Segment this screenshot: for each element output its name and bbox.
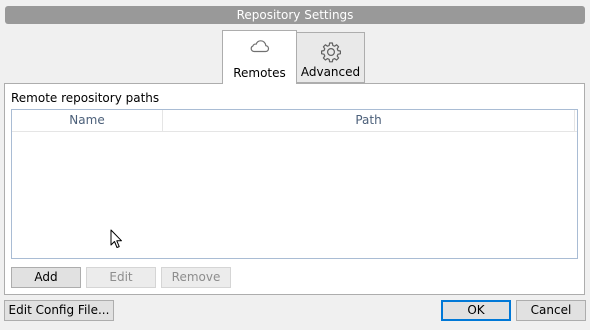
mouse-cursor-icon bbox=[110, 229, 124, 252]
remote-paths-label: Remote repository paths bbox=[11, 91, 160, 105]
tab-advanced[interactable]: Advanced bbox=[296, 32, 365, 83]
cloud-icon bbox=[223, 39, 296, 59]
edit-config-file-button[interactable]: Edit Config File... bbox=[4, 300, 114, 321]
tab-remotes[interactable]: Remotes bbox=[222, 30, 297, 84]
tab-advanced-label: Advanced bbox=[300, 65, 361, 79]
column-header-path[interactable]: Path bbox=[163, 110, 575, 131]
edit-button[interactable]: Edit bbox=[86, 267, 156, 288]
cancel-button[interactable]: Cancel bbox=[516, 300, 586, 321]
add-button[interactable]: Add bbox=[11, 267, 81, 288]
tab-remotes-label: Remotes bbox=[233, 66, 286, 80]
table-header: Name Path bbox=[12, 110, 577, 132]
column-header-name[interactable]: Name bbox=[12, 110, 163, 131]
window-title: Repository Settings bbox=[5, 6, 585, 24]
remotes-panel: Remote repository paths Name Path Add Ed… bbox=[4, 83, 585, 295]
remove-button[interactable]: Remove bbox=[161, 267, 231, 288]
remotes-table[interactable]: Name Path bbox=[11, 109, 578, 259]
gear-icon bbox=[297, 41, 364, 63]
ok-button[interactable]: OK bbox=[441, 300, 511, 321]
